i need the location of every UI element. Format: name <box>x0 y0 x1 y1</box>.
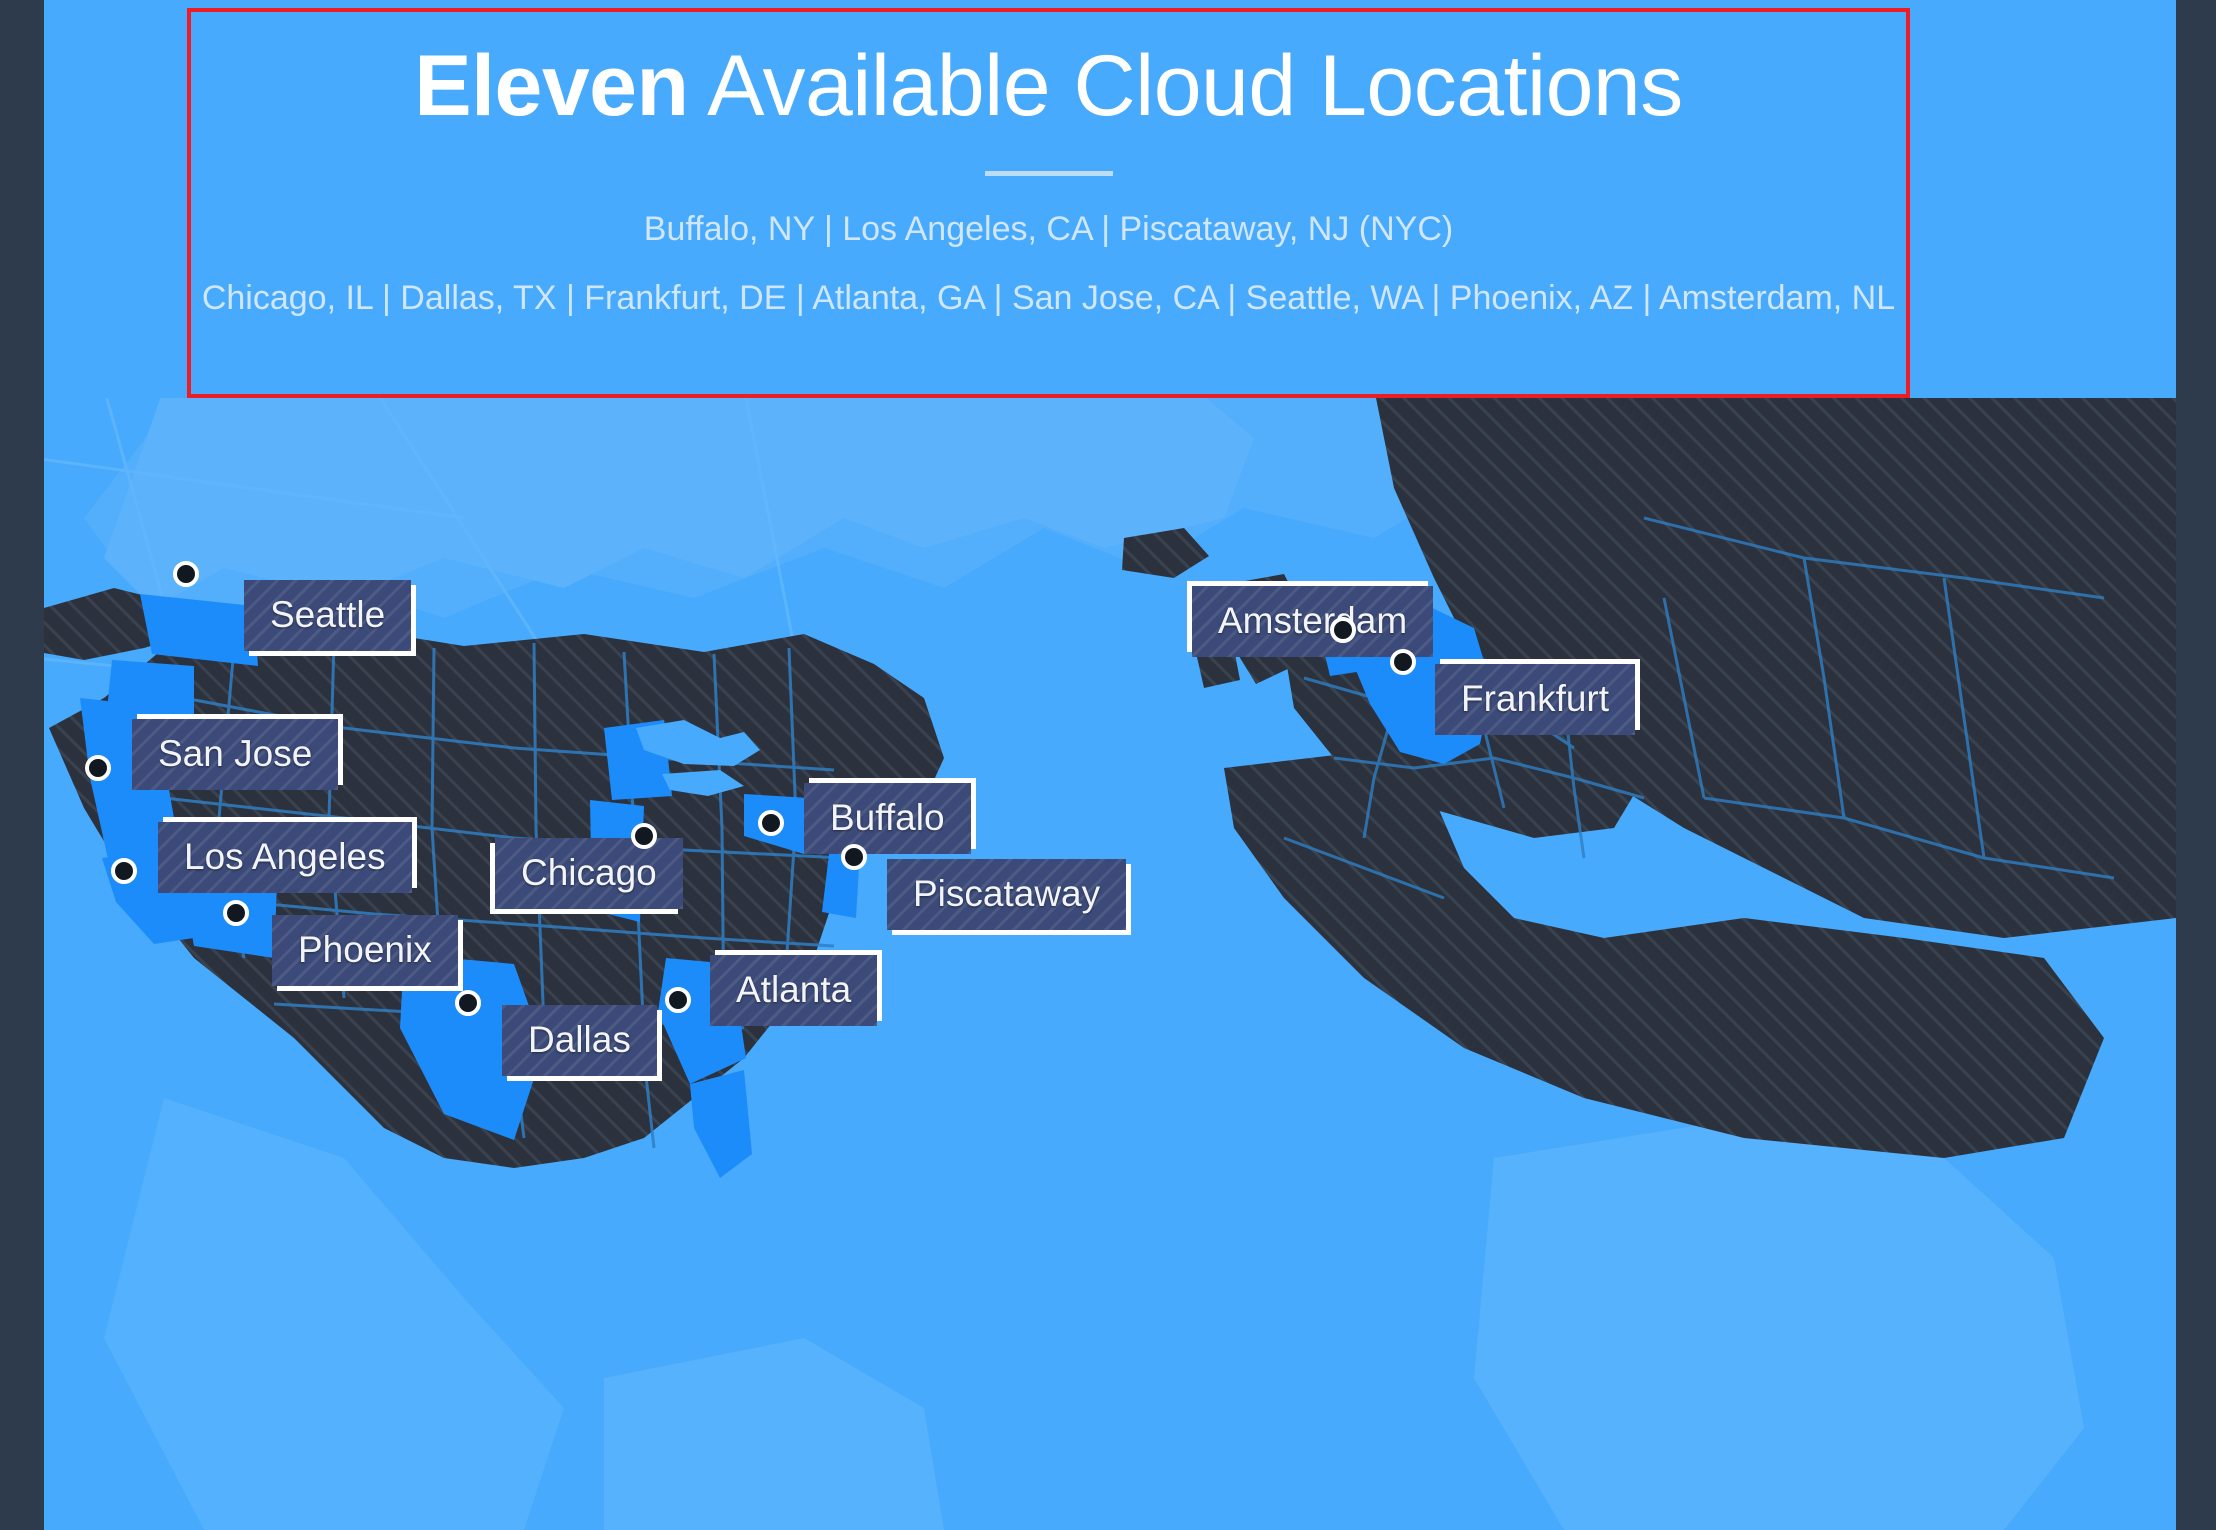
locations-line-2: Chicago, IL | Dallas, TX | Frankfurt, DE… <box>201 278 1896 317</box>
page-title-rest: Available Cloud Locations <box>688 38 1683 134</box>
label-frankfurt[interactable]: Frankfurt <box>1435 664 1636 735</box>
page-title: Eleven Available Cloud Locations <box>191 40 1906 133</box>
marker-piscataway[interactable] <box>841 844 867 870</box>
label-phoenix[interactable]: Phoenix <box>272 915 458 986</box>
page-title-emphasis: Eleven <box>414 38 689 134</box>
marker-atlanta[interactable] <box>665 987 691 1013</box>
label-atlanta[interactable]: Atlanta <box>710 955 878 1026</box>
label-los-angeles[interactable]: Los Angeles <box>158 822 412 893</box>
label-san-jose[interactable]: San Jose <box>132 719 339 790</box>
marker-phoenix[interactable] <box>223 900 249 926</box>
marker-buffalo[interactable] <box>758 810 784 836</box>
marker-amsterdam[interactable] <box>1330 617 1356 643</box>
left-chrome-rail <box>0 0 44 1530</box>
marker-los-angeles[interactable] <box>111 858 137 884</box>
label-dallas[interactable]: Dallas <box>502 1005 657 1076</box>
locations-line-1: Buffalo, NY | Los Angeles, CA | Piscataw… <box>643 209 1454 248</box>
marker-seattle[interactable] <box>173 561 199 587</box>
label-amsterdam[interactable]: Amsterdam <box>1192 586 1434 657</box>
title-divider <box>984 170 1113 176</box>
world-map: Seattle San Jose Los Angeles Phoenix Dal… <box>44 398 2176 1530</box>
label-piscataway[interactable]: Piscataway <box>887 859 1127 930</box>
screenshot-root: Seattle San Jose Los Angeles Phoenix Dal… <box>0 0 2216 1530</box>
header-highlight-box: Eleven Available Cloud Locations Buffalo… <box>187 8 1910 398</box>
label-buffalo[interactable]: Buffalo <box>804 783 971 854</box>
marker-frankfurt[interactable] <box>1390 649 1416 675</box>
marker-chicago[interactable] <box>631 823 657 849</box>
label-chicago[interactable]: Chicago <box>495 838 683 909</box>
marker-san-jose[interactable] <box>85 755 111 781</box>
page-canvas: Seattle San Jose Los Angeles Phoenix Dal… <box>44 0 2176 1530</box>
label-seattle[interactable]: Seattle <box>244 580 412 651</box>
right-chrome-rail <box>2176 0 2216 1530</box>
marker-dallas[interactable] <box>455 990 481 1016</box>
